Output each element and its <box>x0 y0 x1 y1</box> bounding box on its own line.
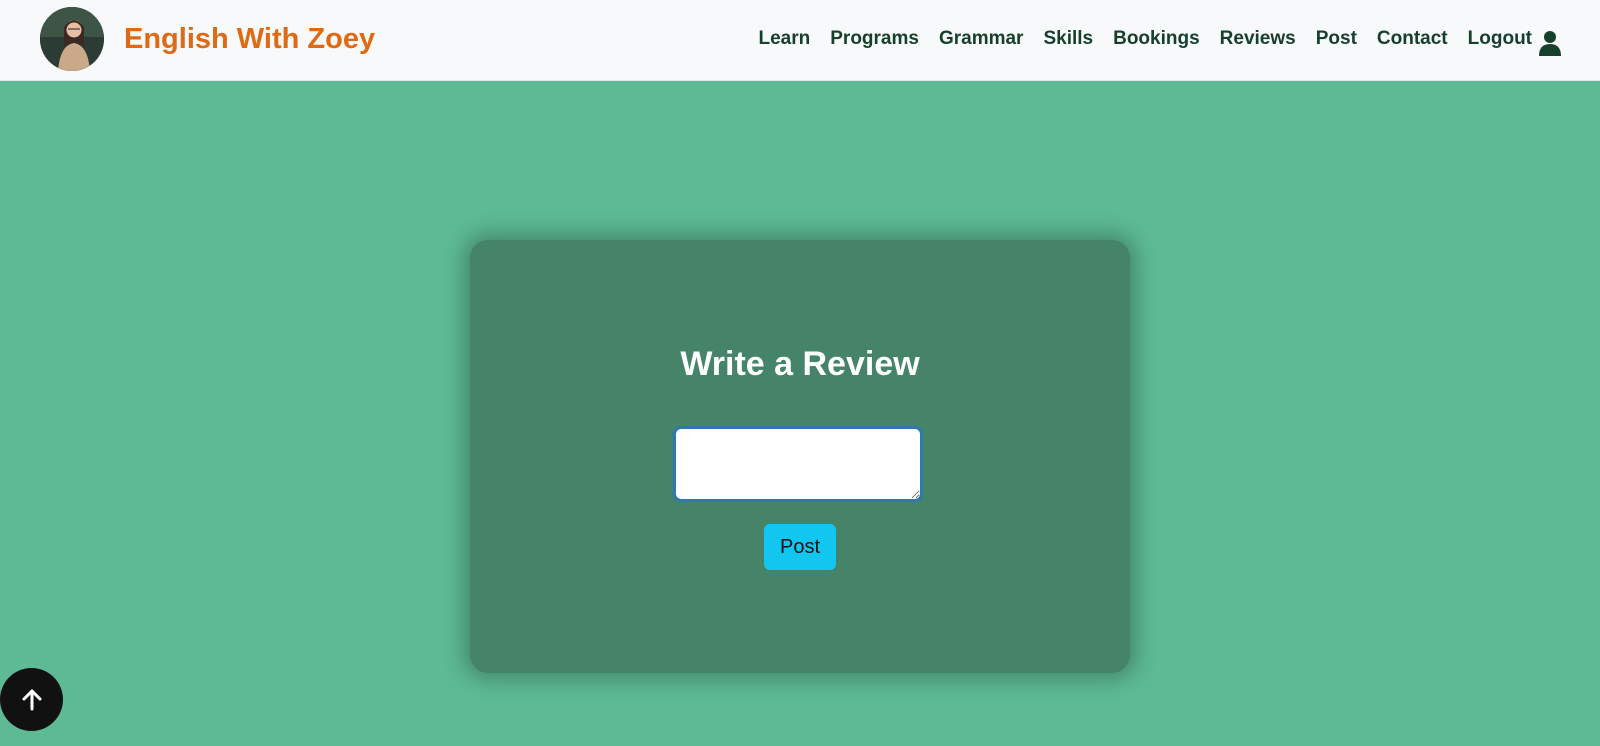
user-icon[interactable] <box>1538 30 1562 56</box>
nav-skills[interactable]: Skills <box>1043 26 1093 52</box>
page-title: Write a Review <box>680 345 920 383</box>
nav-learn[interactable]: Learn <box>759 26 811 52</box>
nav-programs[interactable]: Programs <box>830 26 919 52</box>
brand-title[interactable]: English With Zoey <box>124 20 375 58</box>
review-input[interactable] <box>673 426 923 502</box>
scroll-to-top-button[interactable] <box>0 668 63 731</box>
review-card: Write a Review Post <box>470 240 1130 673</box>
nav-logout[interactable]: Logout <box>1468 26 1532 52</box>
nav-grammar[interactable]: Grammar <box>939 26 1024 52</box>
main-nav: Learn Programs Grammar Skills Bookings R… <box>759 26 1533 52</box>
post-button[interactable]: Post <box>764 524 836 570</box>
nav-post[interactable]: Post <box>1316 26 1357 52</box>
avatar[interactable] <box>40 7 104 71</box>
avatar-portrait <box>40 7 104 71</box>
top-navbar: English With Zoey Learn Programs Grammar… <box>0 0 1600 81</box>
nav-reviews[interactable]: Reviews <box>1220 26 1296 52</box>
nav-bookings[interactable]: Bookings <box>1113 26 1200 52</box>
nav-contact[interactable]: Contact <box>1377 26 1448 52</box>
arrow-up-icon <box>22 689 41 710</box>
